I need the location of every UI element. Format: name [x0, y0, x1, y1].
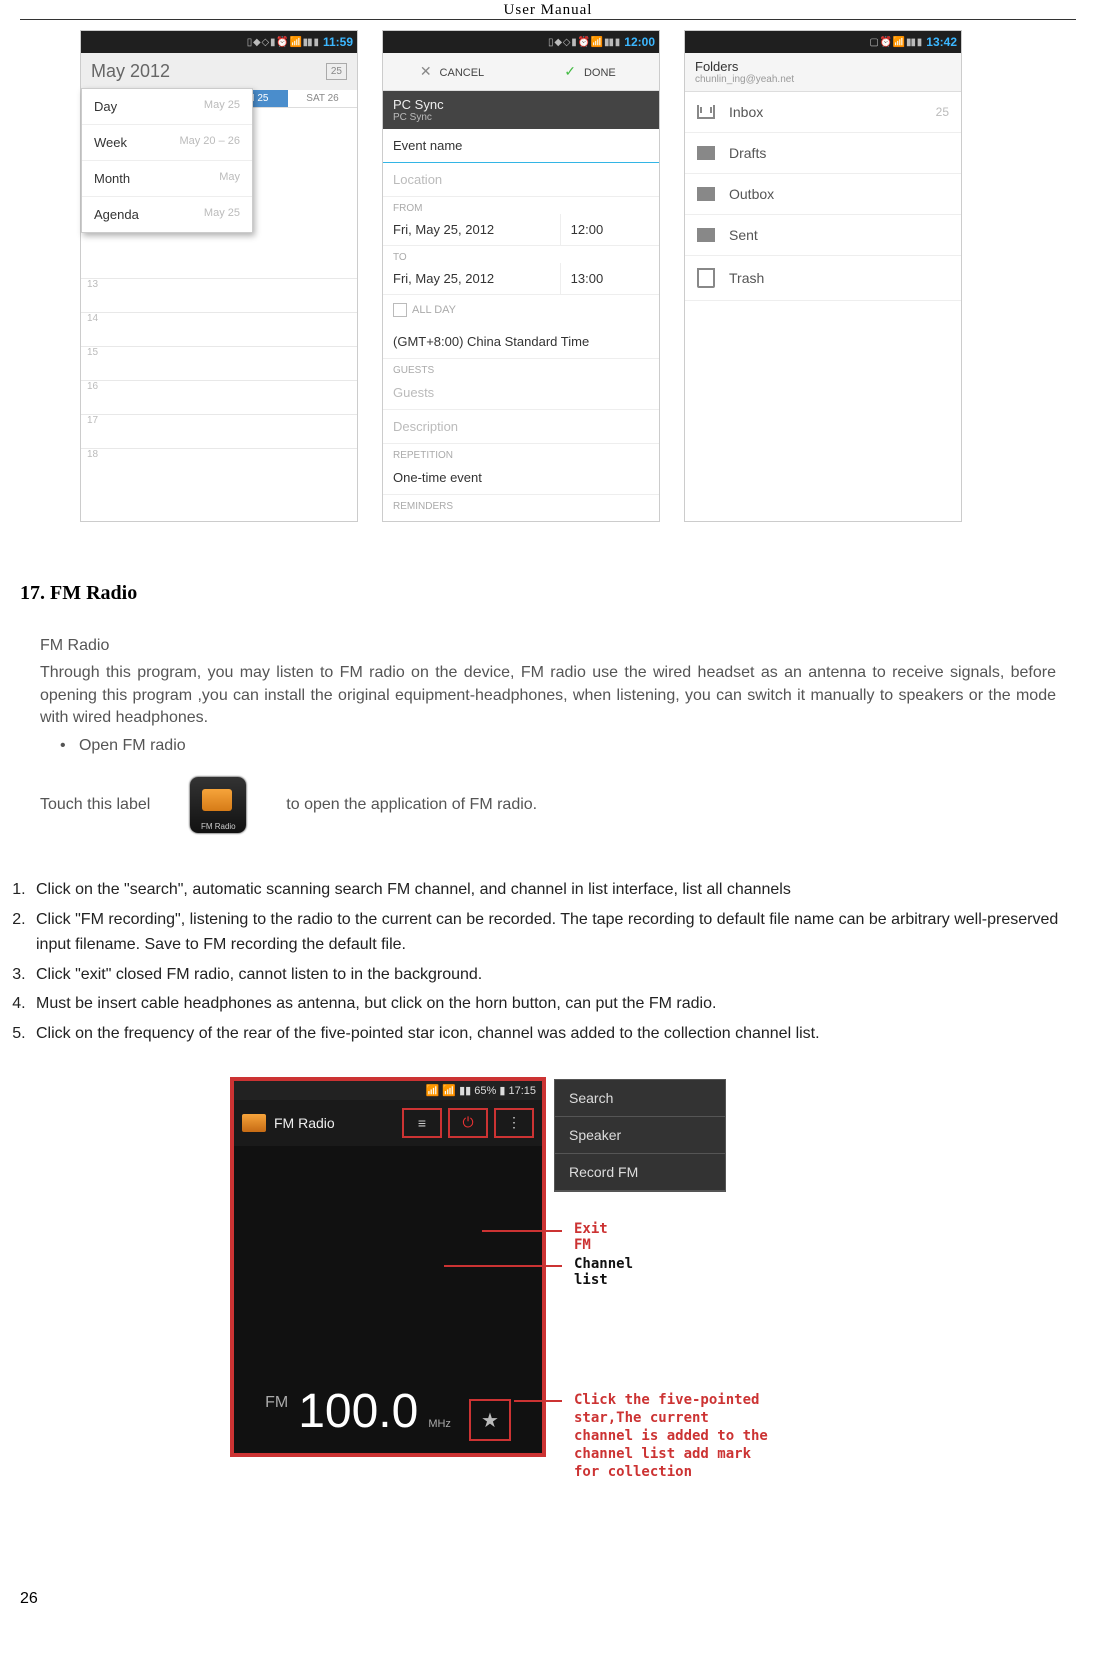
favorite-star-button[interactable]: ★: [469, 1399, 511, 1441]
repetition-field[interactable]: One-time event: [383, 461, 659, 495]
cancel-button[interactable]: ✕CANCEL: [383, 53, 521, 90]
fm-radio-screenshot: 📶 📶 ▮▮ 65% ▮ 17:15 FM Radio ≡ ⏻ ⋮ FM 100…: [230, 1077, 546, 1458]
status-icons: ▯ ◆ ◇ ▮ ⏰ 📶 ▮▮ ▮: [247, 37, 318, 48]
phone-mail: ▢ ⏰ 📶 ▮▮ ▮ 13:42 Folders chunlin_ing@yea…: [684, 30, 962, 522]
clock: 11:59: [323, 35, 353, 49]
calendar-header[interactable]: May 2012 25: [81, 53, 357, 90]
guests-input[interactable]: Guests: [383, 376, 659, 410]
touch-label-left: Touch this label: [40, 796, 150, 814]
fm-dropdown-menu: Search Speaker Record FM: [554, 1079, 726, 1192]
guests-label: GUESTS: [383, 359, 659, 376]
mail-header[interactable]: Folders chunlin_ing@yeah.net: [685, 53, 961, 92]
statusbar: ▯ ◆ ◇ ▮ ⏰ 📶 ▮▮ ▮ 12:00: [383, 31, 659, 53]
anno-exit: Exit FM: [574, 1221, 608, 1253]
subheading: FM Radio: [40, 635, 1056, 657]
phone-calendar: ▯ ◆ ◇ ▮ ⏰ 📶 ▮▮ ▮ 11:59 May 2012 25 3 THU…: [80, 30, 358, 522]
fm-radio-icon: [190, 777, 246, 833]
fm-body: [234, 1146, 542, 1376]
screenshots-row: ▯ ◆ ◇ ▮ ⏰ 📶 ▮▮ ▮ 11:59 May 2012 25 3 THU…: [20, 20, 1076, 532]
fm-statusbar: 📶 📶 ▮▮ 65% ▮ 17:15: [234, 1081, 542, 1100]
page-header: User Manual: [20, 0, 1076, 20]
clock: 13:42: [926, 35, 957, 49]
folder-drafts[interactable]: Drafts: [685, 133, 961, 174]
pcsync-label[interactable]: PC SyncPC Sync: [383, 91, 659, 129]
statusbar: ▢ ⏰ 📶 ▮▮ ▮ 13:42: [685, 31, 961, 53]
drafts-icon: [697, 146, 715, 160]
fm-header: FM Radio ≡ ⏻ ⋮: [234, 1100, 542, 1146]
to-row[interactable]: Fri, May 25, 201213:00: [383, 263, 659, 295]
hours-grid: 13 14 15 16 17 18: [81, 278, 357, 482]
to-label: TO: [383, 246, 659, 263]
repetition-label: REPETITION: [383, 444, 659, 461]
from-row[interactable]: Fri, May 25, 201212:00: [383, 214, 659, 246]
list-button[interactable]: ≡: [402, 1108, 442, 1138]
frequency-value: 100.0: [298, 1384, 418, 1439]
popup-week[interactable]: WeekMay 20 – 26: [82, 125, 252, 161]
reminders-label: REMINDERS: [383, 495, 659, 516]
status-icons: ▯ ◆ ◇ ▮ ⏰ 📶 ▮▮ ▮: [548, 37, 619, 48]
radio-icon: [242, 1114, 266, 1132]
fm-title: FM Radio: [274, 1115, 335, 1131]
step-3: Click "exit" closed FM radio, cannot lis…: [30, 962, 1066, 988]
touch-label-right: to open the application of FM radio.: [286, 796, 537, 814]
from-label: FROM: [383, 197, 659, 214]
allday-checkbox[interactable]: ALL DAY: [383, 295, 659, 325]
month-label: May 2012: [91, 61, 170, 82]
anno-list: Channel list: [574, 1256, 633, 1288]
statusbar: ▯ ◆ ◇ ▮ ⏰ 📶 ▮▮ ▮ 11:59: [81, 31, 357, 53]
power-button[interactable]: ⏻: [448, 1108, 488, 1138]
location-input[interactable]: Location: [383, 163, 659, 197]
popup-agenda[interactable]: AgendaMay 25: [82, 197, 252, 232]
outbox-icon: [697, 187, 715, 201]
menu-record[interactable]: Record FM: [555, 1154, 725, 1191]
status-icons: ▢ ⏰ 📶 ▮▮ ▮: [869, 37, 921, 48]
touch-label-row: Touch this label to open the application…: [20, 762, 1076, 843]
sent-icon: [697, 228, 715, 242]
menu-speaker[interactable]: Speaker: [555, 1117, 725, 1154]
event-name-input[interactable]: Event name: [383, 129, 659, 163]
menu-button[interactable]: ⋮: [494, 1108, 534, 1138]
anno-star: Click the five-pointed star,The current …: [574, 1391, 774, 1482]
open-bullet: • Open FM radio: [40, 735, 1056, 757]
clock: 12:00: [624, 35, 655, 49]
timezone-field[interactable]: (GMT+8:00) China Standard Time: [383, 325, 659, 359]
step-2: Click "FM recording", listening to the r…: [30, 907, 1066, 958]
today-icon[interactable]: 25: [326, 63, 347, 80]
step-1: Click on the "search", automatic scannin…: [30, 877, 1066, 903]
folder-inbox[interactable]: Inbox25: [685, 92, 961, 133]
done-button[interactable]: ✓DONE: [521, 53, 659, 90]
paragraph: Through this program, you may listen to …: [40, 662, 1056, 729]
inbox-icon: [697, 105, 715, 119]
popup-day[interactable]: DayMay 25: [82, 89, 252, 125]
description-input[interactable]: Description: [383, 410, 659, 444]
steps-list: Click on the "search", automatic scannin…: [20, 859, 1076, 1047]
folder-trash[interactable]: Trash: [685, 256, 961, 301]
trash-icon: [697, 268, 715, 288]
section-title: 17. FM Radio: [20, 582, 1076, 605]
folder-sent[interactable]: Sent: [685, 215, 961, 256]
body-text: FM Radio Through this program, you may l…: [20, 635, 1076, 757]
view-popup[interactable]: DayMay 25 WeekMay 20 – 26 MonthMay Agend…: [81, 88, 253, 233]
page-number: 26: [20, 1590, 38, 1608]
phone-event: ▯ ◆ ◇ ▮ ⏰ 📶 ▮▮ ▮ 12:00 ✕CANCEL ✓DONE PC …: [382, 30, 660, 522]
folder-outbox[interactable]: Outbox: [685, 174, 961, 215]
menu-search[interactable]: Search: [555, 1080, 725, 1117]
event-header: ✕CANCEL ✓DONE: [383, 53, 659, 91]
step-4: Must be insert cable headphones as anten…: [30, 991, 1066, 1017]
fm-frequency: FM 100.0 MHz ★: [234, 1376, 542, 1454]
step-5: Click on the frequency of the rear of th…: [30, 1021, 1066, 1047]
popup-month[interactable]: MonthMay: [82, 161, 252, 197]
